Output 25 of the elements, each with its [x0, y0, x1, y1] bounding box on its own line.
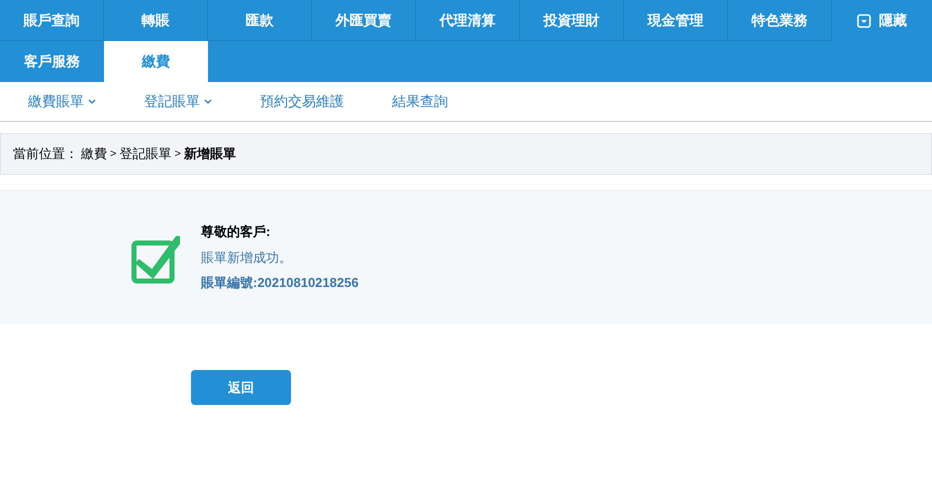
- nav-tab[interactable]: 代理清算: [416, 0, 520, 41]
- nav-tab[interactable]: 匯款: [208, 0, 312, 41]
- breadcrumb-separator: >: [174, 146, 181, 162]
- bill-number: 賬單編號:20210810218256: [201, 274, 359, 292]
- breadcrumb-item[interactable]: 繳費: [81, 144, 107, 164]
- nav-tab[interactable]: 現金管理: [624, 0, 728, 41]
- breadcrumb-label: 當前位置：: [13, 145, 78, 164]
- nav-tab[interactable]: 外匯買賣: [312, 0, 416, 41]
- hide-button[interactable]: 隱藏: [832, 0, 932, 41]
- sub-nav-link[interactable]: 預約交易維護: [260, 91, 344, 112]
- sub-nav-link[interactable]: 結果查詢: [392, 91, 448, 112]
- breadcrumb-item[interactable]: 登記賬單: [119, 144, 172, 164]
- breadcrumb-item: 新增賬單: [184, 145, 236, 164]
- nav-tab[interactable]: 投資理財: [520, 0, 624, 41]
- dropdown-icon: [857, 14, 871, 28]
- nav-tab[interactable]: 特色業務: [728, 0, 832, 41]
- nav-tab[interactable]: 賬戶查詢: [0, 0, 104, 41]
- greeting-text: 尊敬的客戶:: [201, 223, 272, 242]
- sub-nav-link[interactable]: 繳費賬單: [28, 91, 96, 112]
- success-message: 賬單新增成功。: [201, 248, 293, 267]
- nav-tab[interactable]: 客戶服務: [0, 41, 104, 82]
- sub-nav-link[interactable]: 登記賬單: [144, 91, 212, 112]
- breadcrumb-separator: >: [110, 146, 116, 162]
- nav-tab[interactable]: 繳費: [104, 41, 208, 82]
- back-button[interactable]: 返回: [191, 370, 291, 405]
